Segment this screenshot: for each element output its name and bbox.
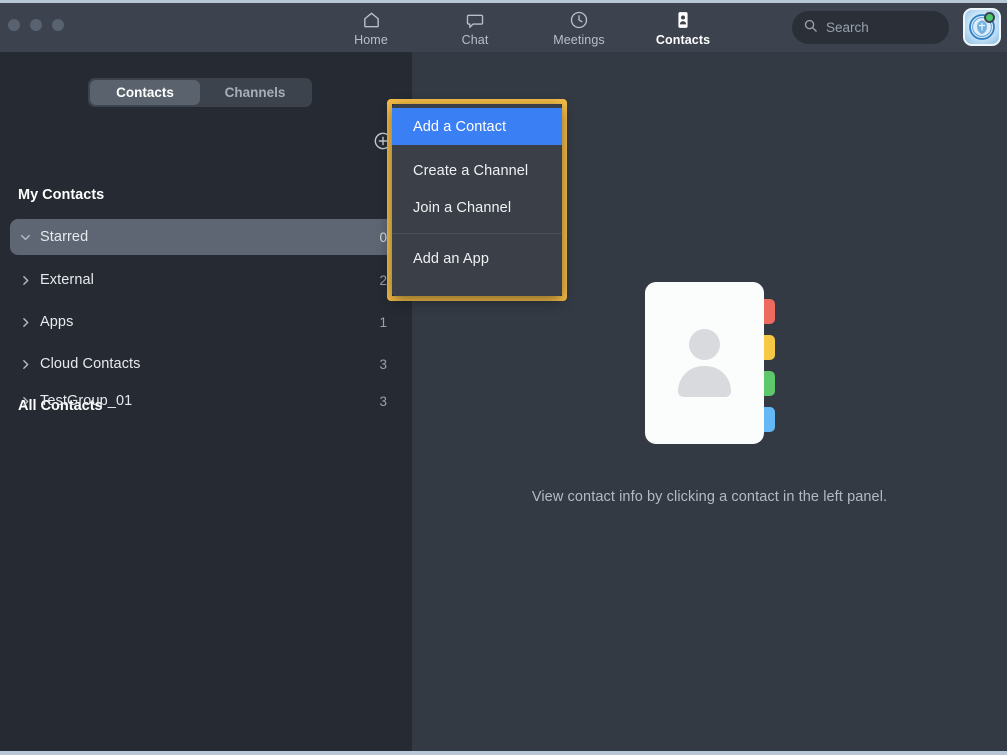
sidebar-item-testgroup-01[interactable]: TestGroup_01 3 <box>10 383 404 419</box>
search-icon <box>803 18 818 38</box>
menu-item-add-an-app[interactable]: Add an App <box>392 240 562 277</box>
chevron-right-icon <box>10 316 40 329</box>
sidebar-item-external[interactable]: External 2 <box>10 262 404 298</box>
sidebar-item-cloud-contacts[interactable]: Cloud Contacts 3 <box>10 346 404 382</box>
menu-spacer <box>392 145 562 152</box>
menu-separator <box>392 233 562 234</box>
nav-label-meetings: Meetings <box>553 33 605 47</box>
chevron-right-icon <box>10 395 40 408</box>
section-header-my-contacts: My Contacts <box>18 187 105 203</box>
sidebar-item-apps[interactable]: Apps 1 <box>10 304 404 340</box>
nav-label-home: Home <box>354 33 388 47</box>
tab-contacts[interactable]: Contacts <box>90 80 200 105</box>
chevron-right-icon <box>10 274 40 287</box>
chat-icon <box>465 10 485 30</box>
person-head <box>688 329 720 360</box>
empty-state: View contact info by clicking a contact … <box>412 282 1007 505</box>
nav-tab-contacts[interactable]: Contacts <box>652 8 714 47</box>
menu-item-add-a-contact[interactable]: Add a Contact <box>392 108 562 145</box>
main-navigation: Home Chat Meetings Contacts <box>340 3 714 52</box>
sidebar-item-label: TestGroup_01 <box>40 393 133 409</box>
contacts-channels-segmented-control: Contacts Channels <box>88 78 312 107</box>
sidebar-item-count: 1 <box>379 314 387 330</box>
menu-item-create-a-channel[interactable]: Create a Channel <box>392 152 562 189</box>
user-avatar[interactable] <box>963 8 1001 46</box>
sidebar-item-count: 3 <box>379 356 387 372</box>
presence-indicator <box>984 12 995 23</box>
search-placeholder: Search <box>826 20 869 35</box>
close-button[interactable] <box>8 19 20 31</box>
person-body <box>677 366 731 397</box>
menu-item-join-a-channel[interactable]: Join a Channel <box>392 189 562 226</box>
title-bar: Home Chat Meetings Contacts Search <box>0 3 1007 52</box>
sidebar-item-count: 3 <box>379 393 387 409</box>
nav-tab-meetings[interactable]: Meetings <box>548 8 610 47</box>
card-body <box>644 282 764 444</box>
zoom-app-window: Home Chat Meetings Contacts Search Conta… <box>0 0 1007 755</box>
empty-state-message: View contact info by clicking a contact … <box>531 489 888 505</box>
search-input[interactable]: Search <box>792 11 949 44</box>
minimize-button[interactable] <box>30 19 42 31</box>
address-book-icon <box>644 282 775 444</box>
sidebar-item-label: External <box>40 272 94 288</box>
nav-tab-home[interactable]: Home <box>340 8 402 47</box>
plus-circle-icon[interactable] <box>373 131 393 151</box>
chevron-down-icon <box>10 231 40 244</box>
nav-label-chat: Chat <box>461 33 489 47</box>
sidebar-item-count: 2 <box>379 272 387 288</box>
sidebar-item-label: Starred <box>40 229 89 245</box>
contacts-sidebar: Contacts Channels My Contacts Starred 0 … <box>0 52 412 751</box>
add-context-menu: Add a Contact Create a Channel Join a Ch… <box>392 104 562 296</box>
nav-tab-chat[interactable]: Chat <box>444 8 506 47</box>
tab-channels[interactable]: Channels <box>200 80 310 105</box>
clock-icon <box>569 10 589 30</box>
chevron-right-icon <box>10 358 40 371</box>
window-controls <box>8 19 64 31</box>
sidebar-item-label: Cloud Contacts <box>40 356 141 372</box>
sidebar-item-starred[interactable]: Starred 0 <box>10 219 404 255</box>
home-icon <box>361 10 382 30</box>
maximize-button[interactable] <box>52 19 64 31</box>
contacts-icon <box>673 10 693 30</box>
nav-label-contacts: Contacts <box>655 33 711 47</box>
sidebar-item-label: Apps <box>40 314 74 330</box>
sidebar-item-count: 0 <box>379 229 387 245</box>
